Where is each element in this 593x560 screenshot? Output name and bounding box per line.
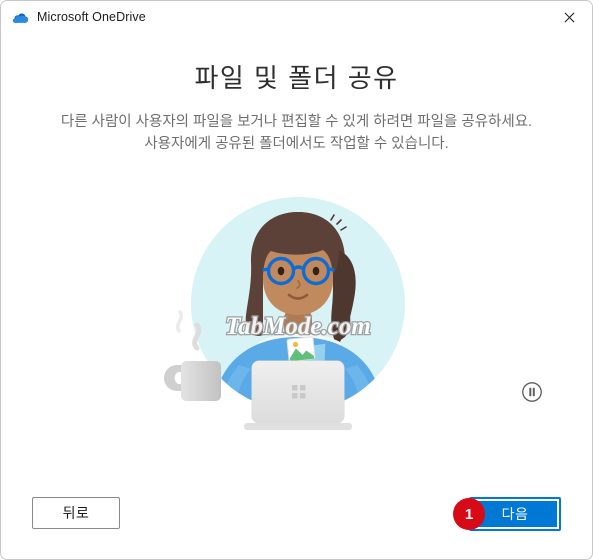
pause-icon — [522, 382, 542, 402]
eye-right — [312, 266, 320, 276]
app-title: Microsoft OneDrive — [37, 10, 146, 24]
page-subtitle-line-1: 다른 사람이 사용자의 파일을 보거나 편집할 수 있게 하려면 파일을 공유하… — [60, 114, 533, 130]
back-button[interactable]: 뒤로 — [32, 497, 120, 529]
woman-sharing-files-illustration: TabMode.com — [1, 179, 592, 439]
window-titlebar: Microsoft OneDrive — [1, 1, 592, 33]
illustration-svg: TabMode.com — [164, 197, 405, 430]
footer-bar: 뒤로 다음 1 — [1, 487, 592, 559]
pause-button[interactable] — [520, 380, 544, 404]
onedrive-setup-window: Microsoft OneDrive 파일 및 폴더 공유 다른 사람이 사용자… — [0, 0, 593, 560]
close-icon — [564, 12, 574, 22]
page-subtitle-line-2: 사용자에게 공유된 폴더에서도 작업할 수 있습니다. — [144, 136, 449, 152]
next-button[interactable]: 다음 — [469, 497, 561, 531]
page-subtitle: 다른 사람이 사용자의 파일을 보거나 편집할 수 있게 하려면 파일을 공유하… — [37, 111, 557, 155]
onedrive-cloud-icon — [12, 13, 29, 23]
coffee-mug-icon — [164, 361, 221, 401]
laptop-base — [244, 423, 352, 430]
eye-left — [277, 266, 285, 276]
next-button-group: 다음 1 — [453, 497, 561, 531]
watermark-text: TabMode.com — [225, 313, 371, 340]
headline-block: 파일 및 폴더 공유 다른 사람이 사용자의 파일을 보거나 편집할 수 있게 … — [1, 61, 592, 155]
page-title: 파일 및 폴더 공유 — [194, 63, 399, 93]
app-brand: Microsoft OneDrive — [1, 1, 146, 33]
laptop-icon — [244, 360, 352, 430]
close-button[interactable] — [546, 1, 592, 33]
